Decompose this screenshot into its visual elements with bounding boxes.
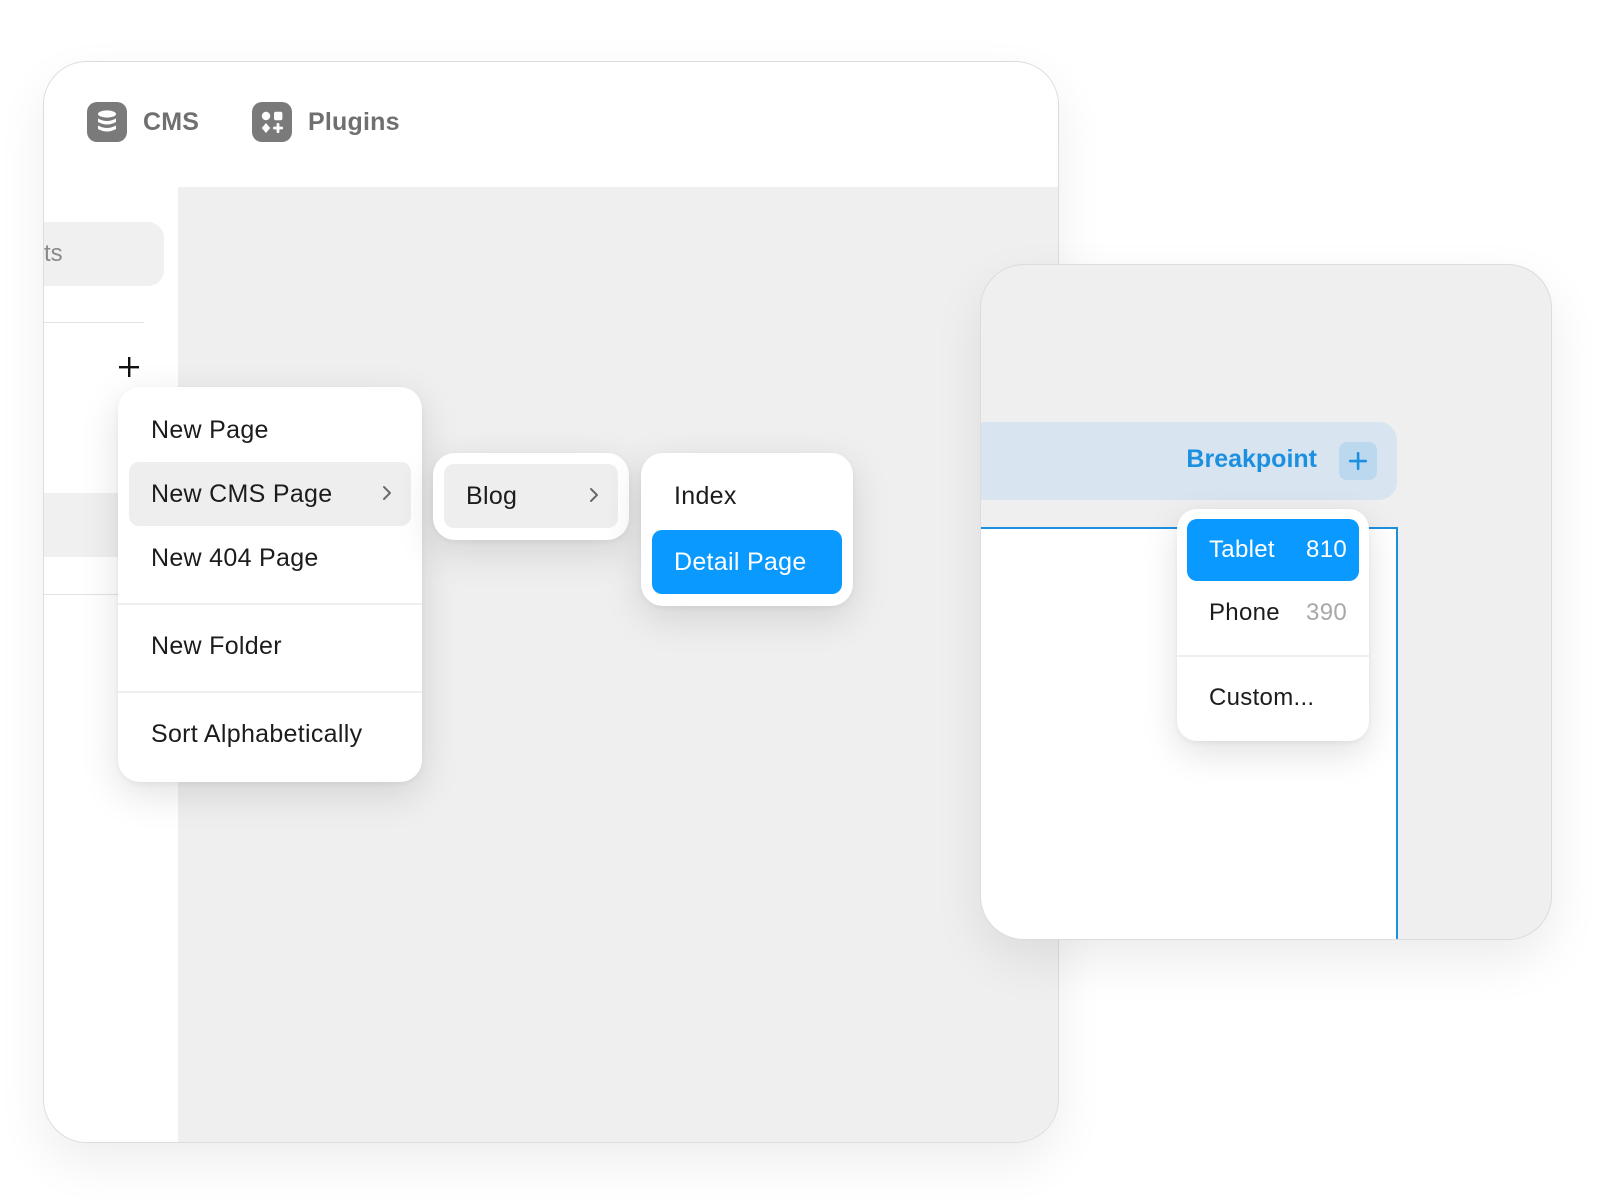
breakpoint-option-custom[interactable]: Custom... xyxy=(1187,667,1359,729)
plugins-grid-icon xyxy=(252,102,292,142)
plugins-tab-label: Plugins xyxy=(308,107,400,136)
chevron-right-icon xyxy=(590,488,598,502)
menu-separator xyxy=(1177,655,1369,657)
sidebar-search-field[interactable]: ts xyxy=(44,222,164,286)
cms-tab[interactable]: CMS xyxy=(87,102,199,142)
menu-item-label: New Page xyxy=(151,415,269,444)
menu-item-index[interactable]: Index xyxy=(652,464,842,528)
menu-item-sort-alphabetically[interactable]: Sort Alphabetically xyxy=(129,702,411,766)
menu-separator xyxy=(118,603,422,605)
menu-item-new-404-page[interactable]: New 404 Page xyxy=(129,526,411,590)
menu-item-new-folder[interactable]: New Folder xyxy=(129,614,411,678)
menu-item-label: Detail Page xyxy=(674,547,807,576)
plugins-tab[interactable]: Plugins xyxy=(252,102,400,142)
breakpoint-menu: Tablet 810 Phone 390 Custom... xyxy=(1177,509,1369,741)
menu-item-label: New Folder xyxy=(151,631,282,660)
menu-separator xyxy=(118,691,422,693)
database-icon xyxy=(87,102,127,142)
page-type-menu: Index Detail Page xyxy=(641,453,853,606)
add-breakpoint-button[interactable] xyxy=(1339,442,1377,480)
breakpoint-option-name: Tablet xyxy=(1209,536,1275,563)
menu-item-label: New CMS Page xyxy=(151,479,333,508)
sidebar-search-text: ts xyxy=(44,240,63,267)
menu-item-label: Index xyxy=(674,481,737,510)
menu-item-new-page[interactable]: New Page xyxy=(129,398,411,462)
menu-item-new-cms-page[interactable]: New CMS Page xyxy=(129,462,411,526)
cms-tab-label: CMS xyxy=(143,107,200,136)
menu-item-blog[interactable]: Blog xyxy=(444,464,618,528)
menu-item-label: Blog xyxy=(466,481,518,510)
breakpoint-bar: Breakpoint xyxy=(981,422,1397,500)
breakpoint-option-name: Phone xyxy=(1209,599,1280,626)
chevron-right-icon xyxy=(383,486,391,500)
breakpoint-option-width: 390 xyxy=(1306,599,1347,626)
add-page-menu: New Page New CMS Page New 404 Page New F… xyxy=(118,387,422,782)
breakpoint-option-tablet[interactable]: Tablet 810 xyxy=(1187,519,1359,581)
menu-item-label: Sort Alphabetically xyxy=(151,719,363,748)
top-toolbar: CMS Plugins xyxy=(44,62,1058,187)
menu-item-detail-page[interactable]: Detail Page xyxy=(652,530,842,594)
breakpoint-option-phone[interactable]: Phone 390 xyxy=(1187,582,1359,644)
menu-item-label: New 404 Page xyxy=(151,543,319,572)
breakpoint-label[interactable]: Breakpoint xyxy=(1186,445,1317,474)
sidebar-divider xyxy=(44,322,144,323)
add-page-button[interactable] xyxy=(114,352,144,382)
plus-icon xyxy=(1349,452,1367,470)
breakpoint-window: Breakpoint Tablet 810 Phone 390 Custom..… xyxy=(980,264,1552,940)
plus-icon xyxy=(119,357,139,377)
breakpoint-option-name: Custom... xyxy=(1209,684,1315,711)
cms-collection-menu: Blog xyxy=(433,453,629,540)
breakpoint-option-width: 810 xyxy=(1306,536,1347,563)
